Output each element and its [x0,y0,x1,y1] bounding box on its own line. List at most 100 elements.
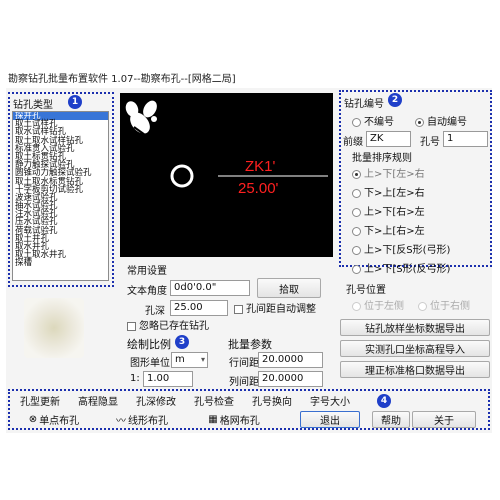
unit-select-value: m [175,354,185,365]
list-item[interactable]: 探槽 [13,259,108,268]
sort-option-radio[interactable]: 上>下[左>右 [352,165,425,180]
button-label: 格网布孔 [219,416,260,427]
position-label: 孔号位置 [346,285,386,296]
auto-adjust-checkbox[interactable]: 孔间距自动调整 [234,300,316,315]
line-icon: 〰 [116,416,126,427]
position-right-radio[interactable]: 位于右侧 [418,297,470,312]
button-label: 退出 [320,416,340,427]
row-spacing-label: 行间距 [229,358,259,369]
radio-selected-icon [415,117,424,127]
font-size-button[interactable]: 字号大小 [302,393,358,408]
prefix-label: 前缀 [343,137,363,148]
badge-1: 1 [68,95,82,109]
hole-no-label: 孔号 [420,137,440,148]
position-left-radio[interactable]: 位于左侧 [352,297,404,312]
pick-button[interactable]: 拾取 [257,278,321,298]
text-angle-label: 文本角度 [127,286,167,297]
badge-4: 4 [377,394,391,408]
radio-icon [352,117,361,127]
sort-rule-label: 批量排序规则 [352,153,412,164]
auto-number-radio[interactable]: 自动编号 [415,113,467,128]
badge-3: 3 [175,335,189,349]
drawing-scale-label: 绘制比例 [127,338,171,351]
preview-depth-label: 25.00' [238,180,279,197]
button-label: 线形布孔 [128,416,168,427]
hole-no-input[interactable]: 1 [443,131,488,147]
sort-option-radio[interactable]: 上>下[右>左 [352,203,425,218]
sort-option-text: 上>下[左>右 [364,169,425,180]
single-point-button[interactable]: ⊗ 单点布孔 [14,411,94,428]
radio-icon [352,245,361,255]
sort-option-text: 下>上[左>右 [364,188,425,199]
sort-option-text: 上>下[右>左 [364,207,425,218]
exit-button[interactable]: 退出 [300,411,360,428]
col-spacing-label: 列间距 [229,377,259,388]
col-spacing-input[interactable]: 20.0000 [258,371,323,387]
grid-icon: ▦ [208,414,218,425]
ratio-prefix: 1: [130,373,140,384]
ratio-input[interactable]: 1.00 [143,371,193,387]
export-stakeout-button[interactable]: 钻孔放样坐标数据导出 [340,319,490,336]
hole-type-update-button[interactable]: 孔型更新 [12,393,68,408]
preview-canvas: ZK1' 25.00' [120,93,333,257]
no-number-radio[interactable]: 不编号 [352,113,394,128]
numbering-label: 钻孔编号 [344,99,384,110]
about-button[interactable]: 关于 [412,411,476,428]
sort-option-radio[interactable]: 下>上[右>左 [352,222,425,237]
export-lizheng-button[interactable]: 理正标准格口数据导出 [340,361,490,378]
sort-option-text: 上>下[反S形(弓形) [364,245,451,256]
radio-icon [352,264,361,274]
hole-type-label: 钻孔类型 [13,100,53,111]
auto-adjust-check-icon [234,304,243,314]
sort-option-text: 上>下[S形(反弓形) [364,264,451,275]
radio-icon [352,188,361,198]
hole-depth-label: 孔深 [145,306,165,317]
unit-select[interactable]: m ▾ [171,352,208,368]
text-angle-input[interactable]: 0d0'0.0" [170,280,250,296]
preview-drawing: ZK1' 25.00' [125,100,328,197]
position-left-text: 位于左侧 [364,301,404,312]
help-button[interactable]: 帮助 [372,411,410,428]
button-label: 帮助 [381,416,401,427]
batch-params-label: 批量参数 [228,338,272,351]
chevron-down-icon: ▾ [200,355,205,364]
hole-type-list[interactable]: 探井孔 取土试样孔 取水试样钻孔 取土取水试样钻孔 标准贯入试验孔 取土标贯钻孔 静力触探试… [12,111,109,281]
preview-hole-label: ZK1' [245,158,276,175]
radio-selected-icon [352,169,361,179]
unit-label: 图形单位: [130,358,174,369]
position-right-text: 位于右侧 [430,301,470,312]
grid-layout-button[interactable]: ▦ 格网布孔 [188,411,280,428]
import-measured-button[interactable]: 实测孔口坐标高程导入 [340,340,490,357]
linear-layout-button[interactable]: 〰线形布孔 [104,411,180,428]
row-spacing-input[interactable]: 20.0000 [258,352,323,368]
auto-adjust-text: 孔间距自动调整 [246,304,316,315]
elevation-toggle-button[interactable]: 高程隐显 [70,393,126,408]
ignore-existing-check-icon [127,321,136,331]
badge-2: 2 [388,93,402,107]
sort-option-radio[interactable]: 上>下[反S形(弓形) [352,241,450,256]
radio-icon [352,301,361,311]
hole-no-direction-button[interactable]: 孔号换向 [244,393,300,408]
sort-option-radio[interactable]: 下>上[左>右 [352,184,425,199]
hole-symbol-icon [170,164,194,188]
button-label: 关于 [434,416,454,427]
radio-icon [418,301,427,311]
target-icon: ⊗ [28,414,38,425]
common-settings-label: 常用设置 [127,266,167,277]
ignore-existing-checkbox[interactable]: 忽略已存在钻孔 [127,317,209,332]
ignore-existing-text: 忽略已存在钻孔 [139,321,209,332]
bee-icon [125,100,157,142]
sort-option-radio[interactable]: 上>下[S形(反弓形) [352,260,450,275]
auto-number-text: 自动编号 [427,117,467,128]
hole-depth-input[interactable]: 25.00 [170,300,228,316]
hole-no-check-button[interactable]: 孔号检查 [186,393,242,408]
radio-icon [352,226,361,236]
no-number-text: 不编号 [364,117,394,128]
sort-option-text: 下>上[右>左 [364,226,425,237]
radio-icon [352,207,361,217]
button-label: 单点布孔 [39,416,80,427]
prefix-input[interactable]: ZK [366,131,411,147]
preview-thumbnail [24,298,84,358]
depth-edit-button[interactable]: 孔深修改 [128,393,184,408]
window-title: 勘察钻孔批量布置软件 1.07--勘察布孔--[网格二局] [8,74,236,85]
